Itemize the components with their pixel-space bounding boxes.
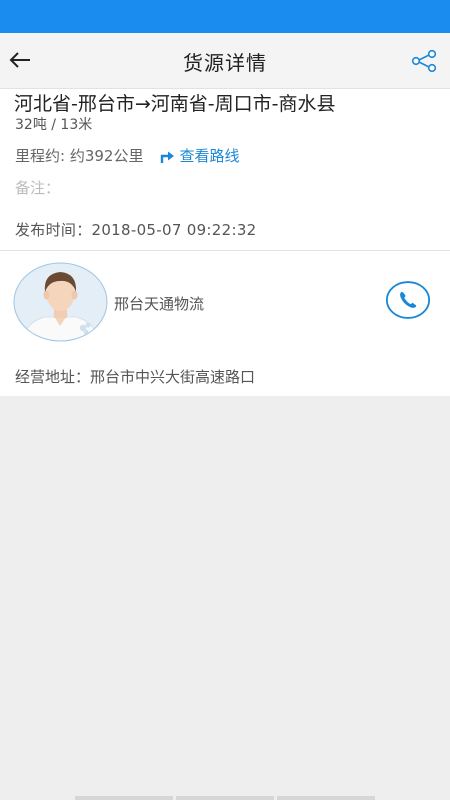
mileage-row: 里程约: 约392公里 查看路线 (15, 145, 239, 166)
view-route-link[interactable]: 查看路线 (159, 145, 239, 166)
company-name: 邢台天通物流 (114, 295, 205, 313)
publish-time-text: 发布时间：2018-05-07 09:22:32 (15, 221, 257, 239)
mileage-text: 里程约: 约392公里 (15, 147, 144, 165)
view-route-label: 查看路线 (179, 147, 240, 165)
user-avatar-icon (13, 262, 108, 342)
call-button[interactable] (385, 281, 431, 319)
route-turn-icon (159, 148, 175, 164)
home-indicator (277, 796, 375, 800)
nav-bar: 货源详情 (0, 33, 450, 89)
weight-length-text: 32吨 / 13米 (15, 117, 93, 133)
publisher-card: 邢台天通物流 经营地址：邢台市中兴大街高速路口 (0, 251, 450, 396)
status-bar (0, 0, 450, 33)
share-icon (411, 49, 437, 73)
share-button[interactable] (410, 47, 438, 75)
phone-icon (385, 281, 431, 319)
page-title: 货源详情 (183, 51, 267, 75)
route-text: 河北省-邢台市→河南省-周口市-商水县 (14, 93, 336, 115)
home-indicator (176, 796, 274, 800)
business-address: 经营地址：邢台市中兴大街高速路口 (15, 368, 256, 386)
home-indicator (75, 796, 173, 800)
remark-text: 备注： (15, 179, 61, 197)
cargo-info-card: 河北省-邢台市→河南省-周口市-商水县 32吨 / 13米 里程约: 约392公… (0, 89, 450, 250)
